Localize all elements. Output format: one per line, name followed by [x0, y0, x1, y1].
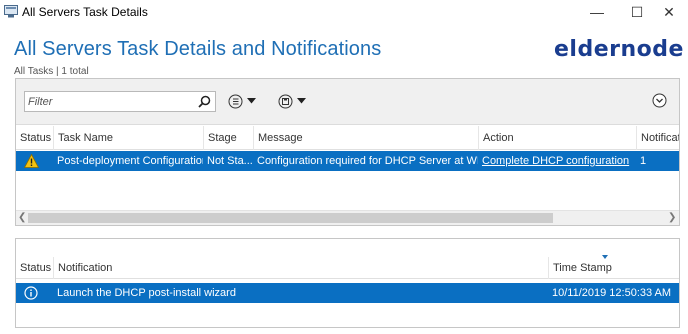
- complete-dhcp-configuration-link[interactable]: Complete DHCP configuration: [478, 151, 636, 171]
- notifications-top-band: [16, 239, 679, 257]
- notification-cell: Launch the DHCP post-install wizard: [57, 287, 236, 299]
- minimize-icon: —: [590, 4, 604, 20]
- column-header-time-stamp[interactable]: Time Stamp: [548, 257, 663, 279]
- column-header-stage[interactable]: Stage: [203, 126, 253, 150]
- task-count: All Tasks | 1 total: [14, 66, 89, 77]
- title-bar: All Servers Task Details — ☐ ✕: [0, 0, 688, 24]
- warning-icon: [24, 153, 40, 168]
- scrollbar-thumb[interactable]: [28, 213, 553, 223]
- list-options-button[interactable]: [228, 92, 256, 110]
- logo-text: eldernode: [554, 36, 684, 62]
- stage-cell: Not Sta...: [207, 155, 253, 167]
- table-row[interactable]: Launch the DHCP post-install wizard 10/1…: [16, 283, 679, 303]
- server-manager-icon: [4, 5, 18, 18]
- column-header-task-name[interactable]: Task Name: [53, 126, 203, 150]
- save-icon: [278, 94, 293, 108]
- chevron-down-icon: [247, 98, 256, 104]
- message-cell: Configuration required for DHCP Server a…: [257, 155, 478, 167]
- column-header-notifications[interactable]: Notificat: [636, 126, 679, 150]
- column-header-action[interactable]: Action: [478, 126, 636, 150]
- status-cell: [24, 151, 46, 171]
- notifications-table-header: Status Notification Time Stamp: [16, 257, 679, 279]
- scroll-left-icon[interactable]: ❮: [18, 212, 26, 223]
- tasks-panel: Status Task Name Stage Message Action No…: [15, 78, 680, 226]
- eldernode-logo: eldernode: [554, 34, 688, 64]
- close-icon: ✕: [663, 3, 675, 20]
- collapse-expand-icon[interactable]: [652, 93, 667, 108]
- time-stamp-cell: 10/11/2019 12:50:33 AM: [552, 287, 672, 299]
- column-header-status[interactable]: Status: [16, 126, 53, 150]
- task-name-cell: Post-deployment Configuration: [57, 155, 203, 167]
- filter-box[interactable]: [24, 91, 216, 112]
- tasks-toolbar: [16, 79, 679, 125]
- column-header-notification[interactable]: Notification: [53, 257, 548, 279]
- window-title: All Servers Task Details: [22, 5, 148, 19]
- info-icon: [24, 286, 38, 300]
- notifications-panel: Status Notification Time Stamp Launch th…: [15, 238, 680, 328]
- notifications-count-cell: 1: [640, 155, 647, 167]
- status-cell: [24, 283, 46, 303]
- column-header-message[interactable]: Message: [253, 126, 478, 150]
- save-query-button[interactable]: [278, 92, 306, 110]
- search-icon[interactable]: [198, 95, 211, 108]
- list-options-icon: [228, 94, 243, 108]
- horizontal-scrollbar[interactable]: ❮ ❯: [16, 210, 679, 225]
- chevron-down-icon: [297, 98, 306, 104]
- scroll-right-icon[interactable]: ❯: [668, 212, 676, 223]
- filter-input[interactable]: [25, 92, 185, 111]
- maximize-icon: ☐: [630, 3, 644, 20]
- tasks-table-header: Status Task Name Stage Message Action No…: [16, 126, 679, 150]
- table-row[interactable]: Post-deployment Configuration Not Sta...…: [16, 151, 679, 171]
- column-header-status[interactable]: Status: [16, 257, 53, 279]
- page-title: All Servers Task Details and Notificatio…: [14, 38, 382, 60]
- close-button[interactable]: ✕: [646, 0, 688, 24]
